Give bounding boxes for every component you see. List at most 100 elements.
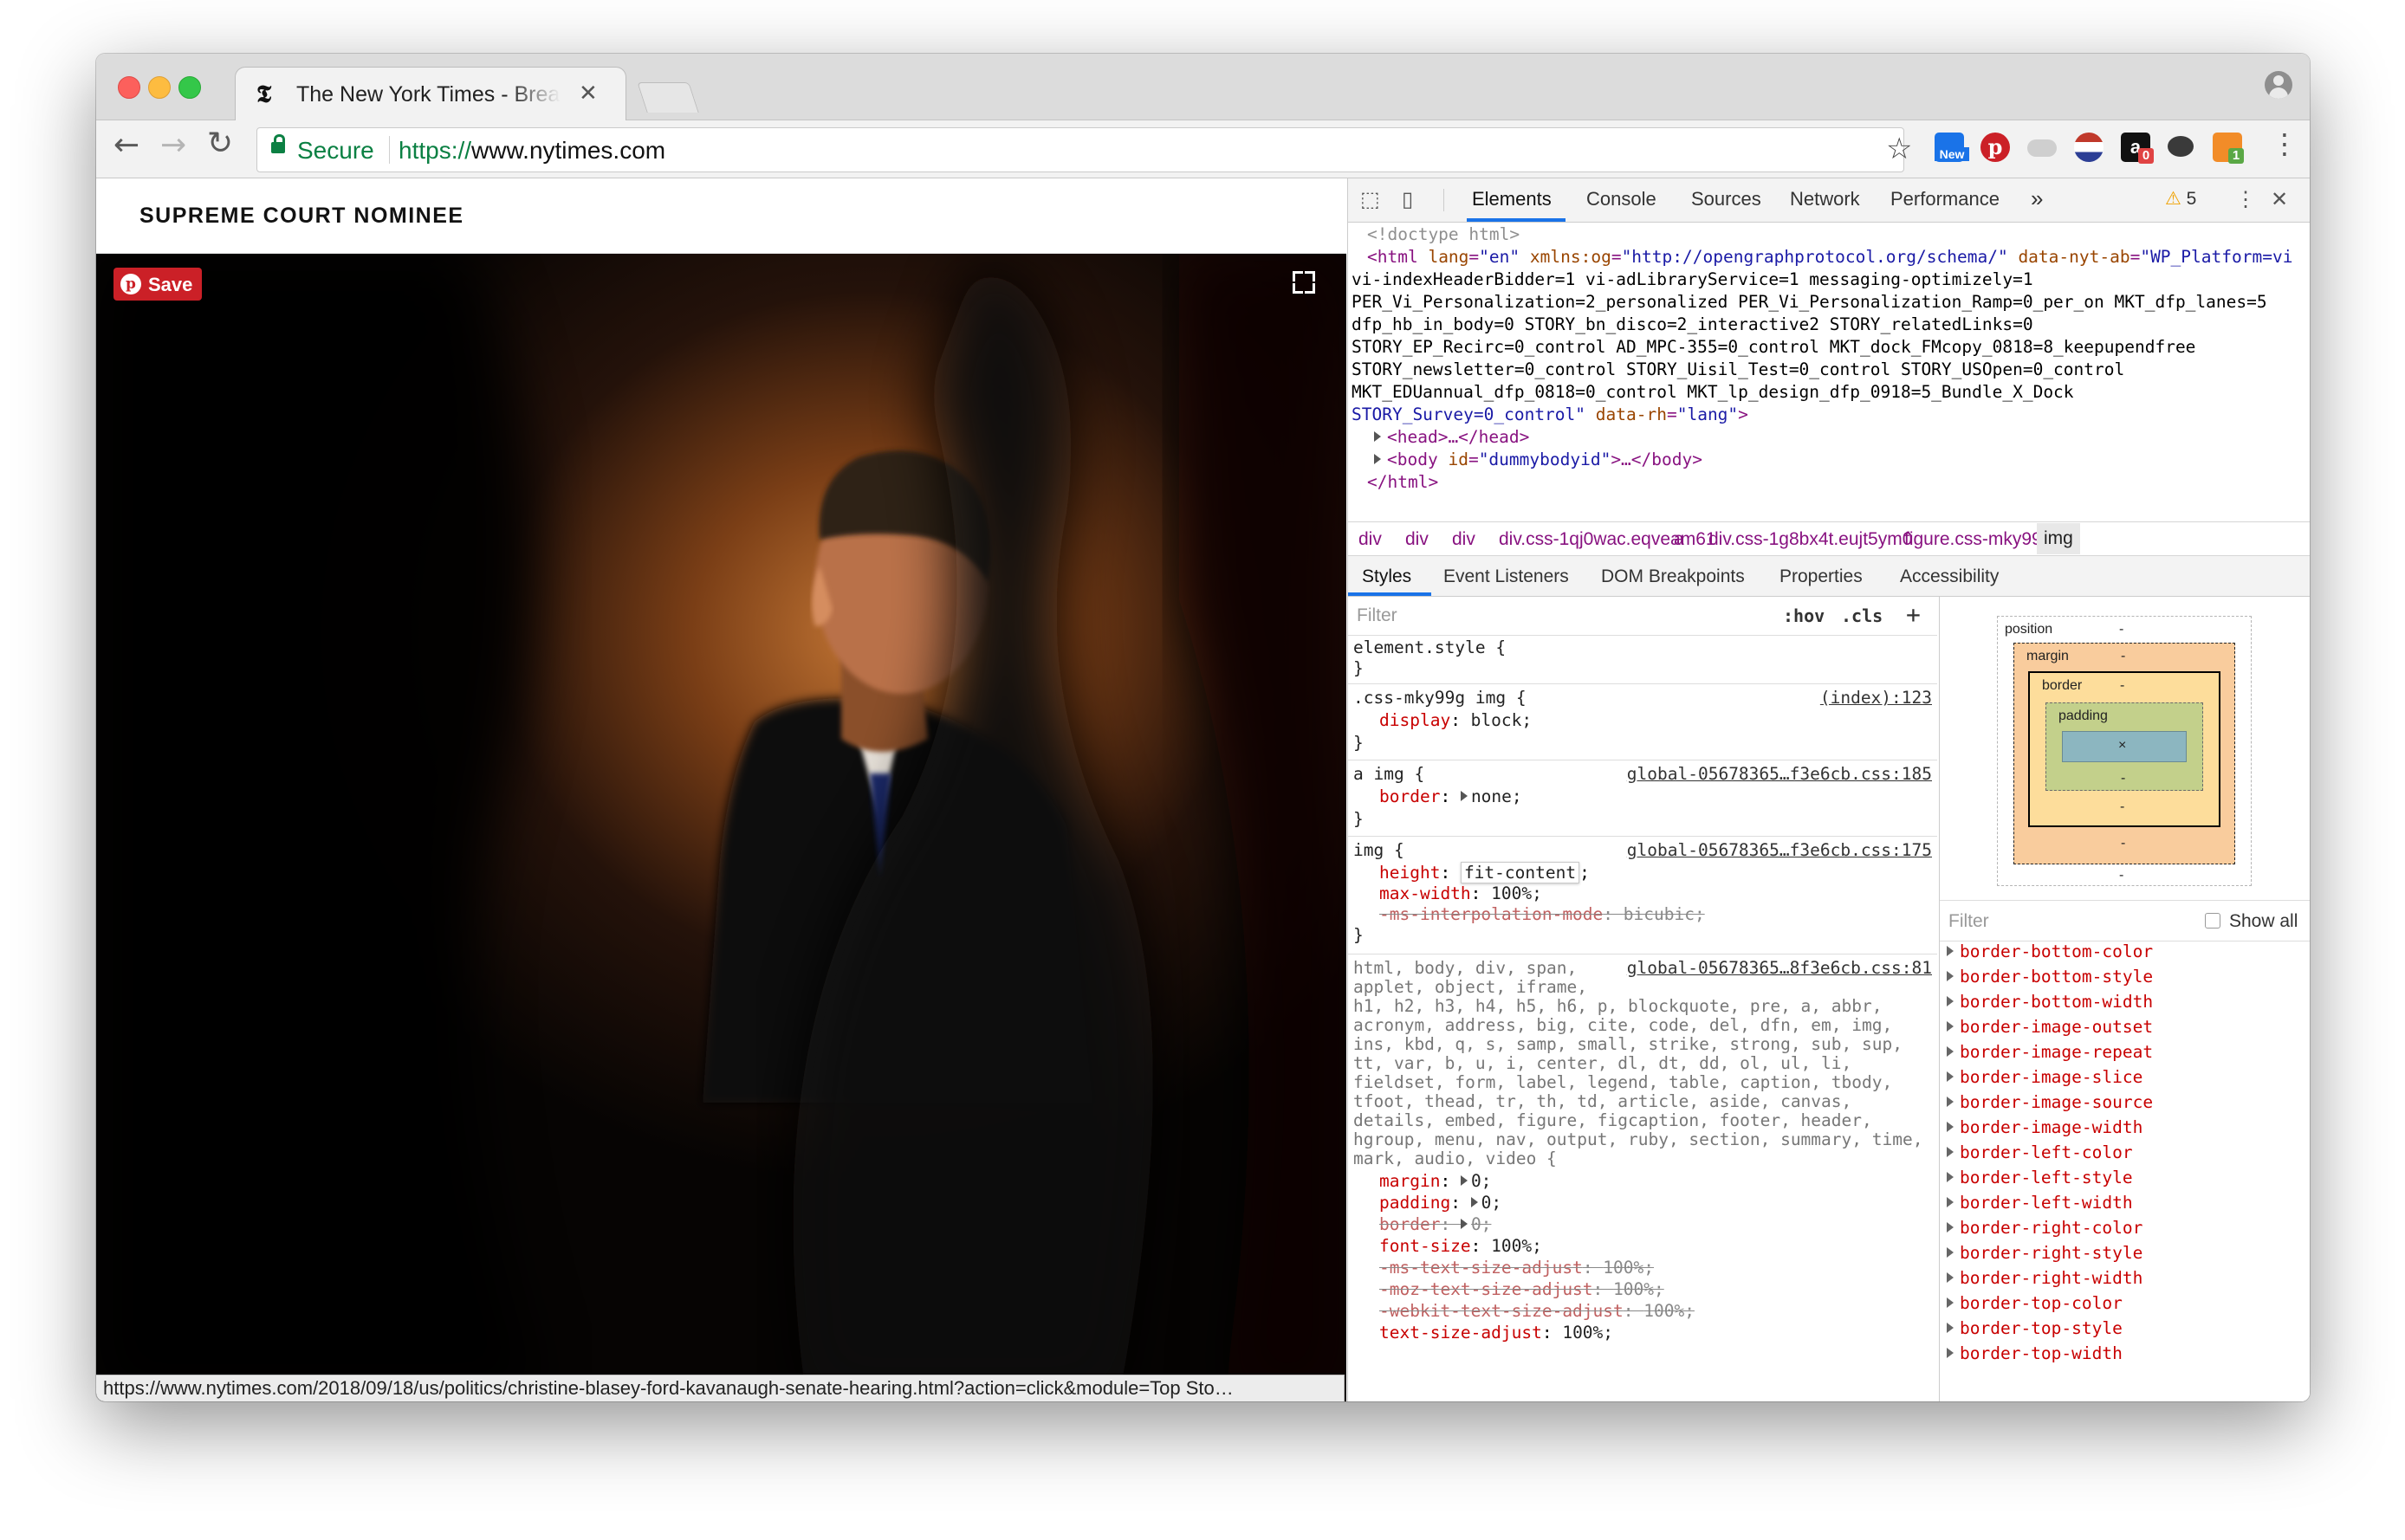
computed-property[interactable]: border-image-width: [1947, 1117, 2142, 1137]
computed-property[interactable]: border-right-style: [1947, 1243, 2142, 1263]
tab-styles[interactable]: Styles: [1362, 566, 1411, 587]
browser-tab-active[interactable]: 𝕿 The New York Times - Breaking News ✕: [235, 67, 626, 121]
tab-dom-breakpoints[interactable]: DOM Breakpoints: [1601, 566, 1745, 587]
class-toggle[interactable]: .cls: [1841, 605, 1883, 626]
expand-triangle-icon[interactable]: [1374, 431, 1381, 442]
expand-shorthand-icon[interactable]: [1460, 791, 1468, 801]
expand-shorthand-icon[interactable]: [1470, 1197, 1478, 1207]
dom-body-node[interactable]: <body id="dummybodyid">…</body>: [1374, 449, 1702, 471]
box-model-padding[interactable]: padding × -: [2045, 702, 2203, 791]
inspect-element-icon[interactable]: ⬚: [1360, 187, 1380, 212]
expand-triangle-icon[interactable]: [1374, 454, 1381, 464]
dom-html-close[interactable]: </html>: [1367, 471, 1438, 494]
computed-property[interactable]: border-image-repeat: [1947, 1042, 2153, 1062]
globe-extension-icon[interactable]: [2074, 133, 2104, 162]
dom-html-open[interactable]: <html lang="en" xmlns:og="http://opengra…: [1367, 246, 2292, 269]
computed-filter-input[interactable]: Filter: [1948, 911, 1989, 932]
styles-filter-input[interactable]: Filter: [1352, 602, 1773, 630]
close-devtools-icon[interactable]: ✕: [2271, 187, 2288, 212]
computed-property[interactable]: border-bottom-color: [1947, 941, 2153, 961]
rule-css-mky99g-img[interactable]: .css-mky99g img { (index):123 display: b…: [1348, 685, 1937, 760]
show-all-checkbox[interactable]: [2205, 913, 2220, 929]
devtools-menu-icon[interactable]: ⋮: [2235, 187, 2256, 212]
computed-property[interactable]: border-top-style: [1947, 1318, 2123, 1338]
forward-arrow-icon[interactable]: →: [160, 127, 186, 163]
pinterest-icon[interactable]: p: [1980, 133, 2010, 162]
tab-properties[interactable]: Properties: [1779, 566, 1863, 587]
rule-a-img[interactable]: a img { global-05678365…f3e6cb.css:185 b…: [1348, 761, 1937, 837]
style-declaration-invalid[interactable]: -ms-interpolation-mode: bicubic;: [1379, 905, 1705, 924]
breadcrumb-item[interactable]: div.css-1g8bx4t.eujt5ym0: [1708, 529, 1912, 550]
style-declaration-editing[interactable]: height: fit-content;: [1379, 862, 1590, 883]
close-window-button[interactable]: [118, 76, 140, 99]
computed-property[interactable]: border-bottom-width: [1947, 992, 2153, 1012]
orange-extension-icon[interactable]: 1: [2213, 133, 2244, 164]
computed-property[interactable]: border-top-width: [1947, 1343, 2123, 1363]
expand-shorthand-icon[interactable]: [1460, 1175, 1468, 1186]
style-declaration[interactable]: display: block;: [1379, 711, 1532, 730]
profile-avatar-icon[interactable]: [2265, 71, 2292, 99]
story-photo[interactable]: p Save: [96, 254, 1346, 1401]
more-tabs-icon[interactable]: »: [2031, 185, 2043, 212]
minimize-window-button[interactable]: [148, 76, 171, 99]
style-declaration[interactable]: max-width: 100%;: [1379, 884, 1542, 903]
style-declaration-invalid[interactable]: -ms-text-size-adjust: 100%;: [1379, 1259, 1654, 1278]
fullscreen-expand-icon[interactable]: [1293, 271, 1315, 294]
computed-property[interactable]: border-left-color: [1947, 1142, 2133, 1162]
cloud-extension-icon[interactable]: [2027, 139, 2057, 157]
computed-property[interactable]: border-image-slice: [1947, 1067, 2142, 1087]
hover-state-toggle[interactable]: :hov: [1783, 605, 1825, 626]
rule-source-link[interactable]: global-05678365…8f3e6cb.css:81: [1627, 959, 1932, 978]
close-tab-icon[interactable]: ✕: [579, 80, 598, 107]
amazon-extension-icon[interactable]: a 0: [2121, 133, 2154, 164]
tab-event-listeners[interactable]: Event Listeners: [1443, 566, 1569, 587]
tab-elements[interactable]: Elements: [1472, 188, 1552, 210]
style-declaration[interactable]: text-size-adjust: 100%;: [1379, 1323, 1613, 1343]
warnings-counter[interactable]: ⚠ 5: [2165, 188, 2196, 210]
computed-property[interactable]: border-bottom-style: [1947, 967, 2153, 987]
style-declaration[interactable]: border: none;: [1379, 787, 1522, 806]
bookmark-star-icon[interactable]: ☆: [1886, 132, 1912, 166]
tab-console[interactable]: Console: [1586, 188, 1656, 210]
box-model-margin[interactable]: margin - border - padding × - - -: [2013, 643, 2235, 864]
url-text[interactable]: https://www.nytimes.com: [399, 137, 665, 165]
tab-performance[interactable]: Performance: [1890, 188, 2000, 210]
rule-reset-selectors[interactable]: global-05678365…8f3e6cb.css:81 html, bod…: [1348, 955, 1937, 1401]
breadcrumb-item-selected[interactable]: img: [2037, 523, 2080, 554]
box-model-diagram[interactable]: position - margin - border - padding × -: [1997, 616, 2252, 886]
breadcrumb-item[interactable]: a: [1674, 529, 1684, 550]
rule-element-style[interactable]: element.style { }: [1348, 637, 1937, 684]
dom-head-node[interactable]: <head>…</head>: [1374, 426, 1529, 449]
style-declaration-overridden[interactable]: border: 0;: [1379, 1215, 1491, 1234]
rule-source-link[interactable]: (index):123: [1820, 689, 1932, 708]
computed-property[interactable]: border-left-style: [1947, 1168, 2133, 1187]
breadcrumb-item[interactable]: div: [1405, 529, 1429, 550]
breadcrumb-item[interactable]: div: [1452, 529, 1475, 550]
style-declaration-overridden[interactable]: -webkit-text-size-adjust: 100%;: [1379, 1302, 1695, 1321]
rule-source-link[interactable]: global-05678365…f3e6cb.css:175: [1627, 841, 1932, 860]
new-tab-button[interactable]: [637, 82, 699, 113]
rule-source-link[interactable]: global-05678365…f3e6cb.css:185: [1627, 765, 1932, 784]
feedback-extension-icon[interactable]: [2168, 136, 2194, 157]
style-declaration-invalid[interactable]: -moz-text-size-adjust: 100%;: [1379, 1280, 1664, 1299]
tab-sources[interactable]: Sources: [1691, 188, 1761, 210]
pinterest-save-button[interactable]: p Save: [113, 268, 202, 301]
value-editor-input[interactable]: fit-content: [1460, 862, 1580, 883]
address-bar[interactable]: Secure https://www.nytimes.com ☆: [256, 127, 1912, 172]
back-arrow-icon[interactable]: ←: [113, 127, 139, 163]
tab-network[interactable]: Network: [1790, 188, 1860, 210]
box-model-border[interactable]: border - padding × - -: [2028, 671, 2220, 827]
computed-property[interactable]: border-right-width: [1947, 1268, 2142, 1288]
zoom-window-button[interactable]: [178, 76, 201, 99]
browser-menu-icon[interactable]: ⋮: [2271, 127, 2298, 160]
box-model-content[interactable]: ×: [2062, 731, 2187, 762]
style-declaration[interactable]: font-size: 100%;: [1379, 1237, 1542, 1256]
dom-doctype[interactable]: <!doctype html>: [1367, 223, 1520, 246]
computed-property[interactable]: border-left-width: [1947, 1193, 2133, 1213]
style-declaration[interactable]: padding: 0;: [1379, 1194, 1501, 1213]
story-kicker[interactable]: SUPREME COURT NOMINEE: [139, 204, 464, 229]
rule-img[interactable]: img { global-05678365…f3e6cb.css:175 hei…: [1348, 838, 1937, 954]
breadcrumb-item[interactable]: div: [1358, 529, 1382, 550]
expand-shorthand-icon[interactable]: [1460, 1219, 1468, 1229]
reload-icon[interactable]: ↻: [207, 126, 233, 161]
